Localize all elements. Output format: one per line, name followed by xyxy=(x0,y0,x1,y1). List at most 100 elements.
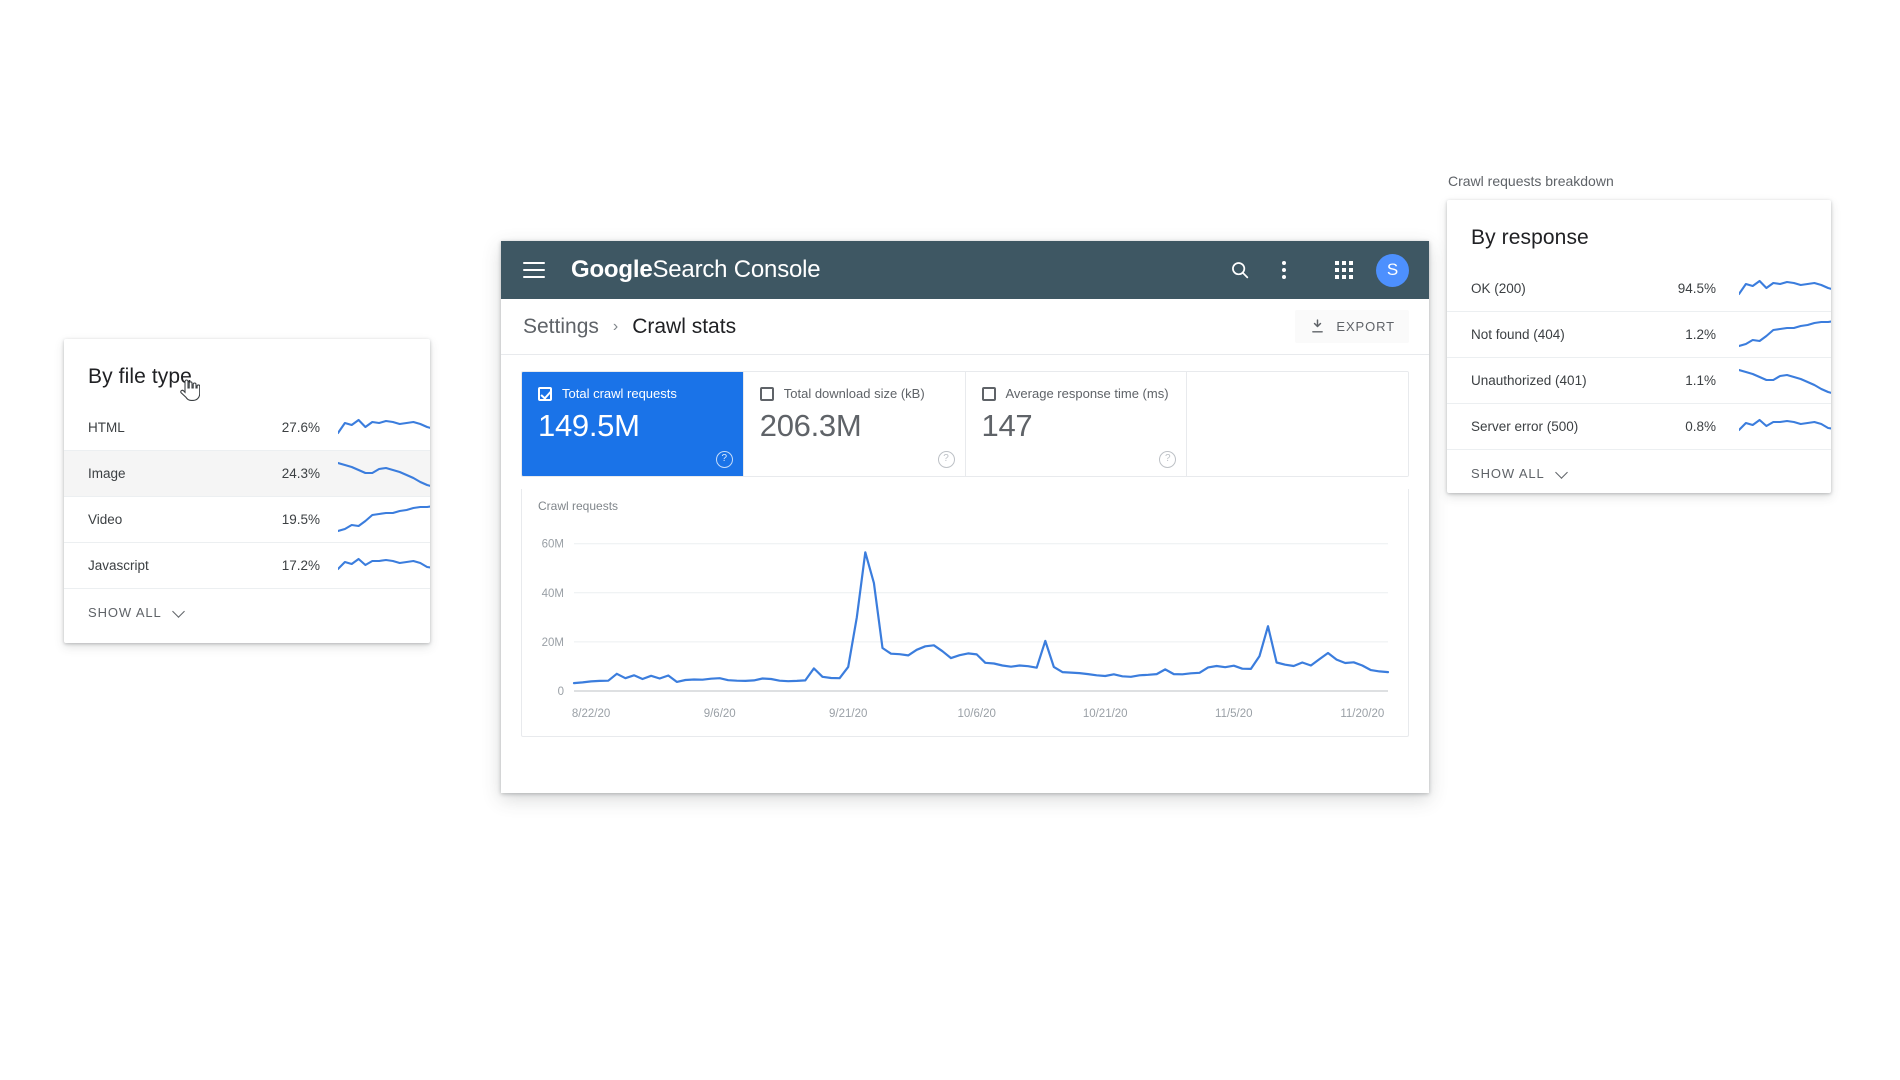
svg-text:10/21/20: 10/21/20 xyxy=(1083,708,1128,720)
metric-card-strip: Total crawl requests 149.5M? Total downloa… xyxy=(521,371,1409,477)
breadcrumb: Settings › Crawl stats EXPORT xyxy=(501,299,1429,355)
filetype_panel-row[interactable]: Video 19.5% xyxy=(64,497,430,543)
response_panel-row-sparkline xyxy=(1739,272,1831,306)
response_panel-row-sparkline xyxy=(1739,318,1831,352)
filetype_panel-row-label: Image xyxy=(88,466,126,481)
brand-google: Google xyxy=(571,256,653,283)
svg-text:11/5/20: 11/5/20 xyxy=(1215,708,1253,720)
response_panel-row[interactable]: Not found (404) 1.2% xyxy=(1447,312,1831,358)
filetype_panel-row-percent: 24.3% xyxy=(281,466,320,481)
response_panel-row-sparkline xyxy=(1739,410,1831,444)
breadcrumb-settings-link[interactable]: Settings xyxy=(523,315,599,339)
metric-checkbox[interactable] xyxy=(981,386,996,401)
svg-text:40M: 40M xyxy=(542,588,564,600)
filetype_panel-row-sparkline xyxy=(338,503,430,537)
filetype_panel-row-sparkline xyxy=(338,549,430,583)
response_panel-row[interactable]: OK (200) 94.5% xyxy=(1447,266,1831,312)
crawl-requests-breakdown-label: Crawl requests breakdown xyxy=(1448,173,1614,189)
filetype_panel-row[interactable]: Javascript 17.2% xyxy=(64,543,430,589)
download-icon xyxy=(1312,319,1324,333)
response_panel-row-percent: 94.5% xyxy=(1677,281,1716,296)
filetype_panel-row-percent: 17.2% xyxy=(281,558,320,573)
by-file-type-row-list: HTML 27.6% Image 24.3% Video 19.5% Javascript 1… xyxy=(64,405,430,589)
app-top-bar: GoogleSearch Console S xyxy=(501,241,1429,299)
app-brand: GoogleSearch Console xyxy=(571,256,821,284)
metric-label: Total crawl requests xyxy=(562,386,677,401)
svg-text:10/6/20: 10/6/20 xyxy=(958,708,996,720)
svg-text:9/21/20: 9/21/20 xyxy=(829,708,867,720)
filetype_panel-row[interactable]: Image 24.3% xyxy=(64,451,430,497)
help-icon[interactable]: ? xyxy=(937,451,955,468)
filetype_panel-row-percent: 19.5% xyxy=(281,512,320,527)
response_panel-row-label: OK (200) xyxy=(1471,281,1526,296)
apps-grid-icon xyxy=(1335,261,1353,279)
filetype_panel-row-percent: 27.6% xyxy=(281,420,320,435)
export-label: EXPORT xyxy=(1336,319,1395,334)
by-response-card: By response OK (200) 94.5% Not found (404)… xyxy=(1447,200,1831,493)
metric-label: Total download size (kB) xyxy=(783,386,925,401)
google-apps-button[interactable] xyxy=(1325,251,1363,289)
response_panel-row-percent: 0.8% xyxy=(1685,419,1716,434)
response_panel-row-percent: 1.1% xyxy=(1685,373,1716,388)
metric-head: Average response time (ms) xyxy=(981,386,1171,401)
by-response-row-list: OK (200) 94.5% Not found (404) 1.2% Unauthor… xyxy=(1447,266,1831,450)
breadcrumb-separator-icon: › xyxy=(612,317,619,335)
more-options-button[interactable] xyxy=(1265,251,1303,289)
brand-search-console: Search Console xyxy=(652,256,821,283)
svg-text:11/20/20: 11/20/20 xyxy=(1340,708,1384,720)
show-all-label: SHOW ALL xyxy=(1471,465,1545,481)
filetype_panel-row-sparkline xyxy=(338,457,430,491)
metric-checkbox[interactable] xyxy=(759,386,774,401)
avatar[interactable]: S xyxy=(1376,253,1409,287)
search-icon xyxy=(1232,262,1249,279)
by-file-type-title: By file type xyxy=(88,365,192,388)
metric-head: Total crawl requests xyxy=(538,386,727,401)
filetype_panel-row-label: Javascript xyxy=(88,558,149,573)
response_panel-row-label: Server error (500) xyxy=(1471,419,1579,434)
metric-card[interactable]: Total download size (kB) 206.3M? xyxy=(743,372,966,476)
crawl-requests-chart: Crawl requests 0 20M 40M 60M 8/22/20 9/6/20 9/… xyxy=(521,489,1409,737)
filetype_panel-row-label: Video xyxy=(88,512,123,527)
export-button[interactable]: EXPORT xyxy=(1295,310,1409,343)
chart-caption: Crawl requests xyxy=(538,499,619,513)
chevron-down-icon xyxy=(173,605,187,619)
help-icon[interactable]: ? xyxy=(715,451,733,468)
filetype_panel-row-label: HTML xyxy=(88,420,125,435)
screen-canvas: By file type HTML 27.6% Image 24.3% Video 19.… xyxy=(0,0,1900,1080)
metric-head: Total download size (kB) xyxy=(759,386,949,401)
response_panel-row[interactable]: Server error (500) 0.8% xyxy=(1447,404,1831,450)
svg-text:8/22/20: 8/22/20 xyxy=(572,708,610,720)
chart-plot-area[interactable]: 0 20M 40M 60M 8/22/20 9/6/20 9/21/20 10/6/20 10/… xyxy=(522,515,1408,731)
metric-checkbox[interactable] xyxy=(538,386,552,401)
by-response-title: By response xyxy=(1471,226,1589,249)
by-response-show-all-button[interactable]: SHOW ALL xyxy=(1447,450,1831,493)
metric-value: 147 xyxy=(981,408,1033,443)
search-button[interactable] xyxy=(1221,251,1259,289)
hamburger-icon[interactable] xyxy=(523,262,545,278)
more-vert-icon xyxy=(1282,261,1286,279)
filetype_panel-row[interactable]: HTML 27.6% xyxy=(64,405,430,451)
metric-value: 206.3M xyxy=(759,408,862,443)
svg-text:0: 0 xyxy=(558,686,564,698)
by-file-type-card: By file type HTML 27.6% Image 24.3% Video 19.… xyxy=(64,339,430,643)
show-all-label: SHOW ALL xyxy=(88,604,162,620)
metric-card[interactable]: Average response time (ms) 147? xyxy=(965,372,1188,476)
metric-card-empty-slot xyxy=(1187,372,1408,476)
response_panel-row-label: Not found (404) xyxy=(1471,327,1565,342)
response_panel-row-percent: 1.2% xyxy=(1685,327,1716,342)
page-title: Crawl stats xyxy=(632,314,737,338)
chevron-down-icon xyxy=(1556,466,1570,480)
search-console-window: GoogleSearch Console S Settings › Crawl … xyxy=(501,241,1429,793)
svg-text:60M: 60M xyxy=(542,539,564,551)
by-file-type-show-all-button[interactable]: SHOW ALL xyxy=(64,589,430,635)
svg-text:9/6/20: 9/6/20 xyxy=(704,708,736,720)
filetype_panel-row-sparkline xyxy=(338,411,430,445)
svg-text:20M: 20M xyxy=(542,637,564,649)
response_panel-row-label: Unauthorized (401) xyxy=(1471,373,1587,388)
metric-label: Average response time (ms) xyxy=(1005,386,1169,401)
metric-card[interactable]: Total crawl requests 149.5M? xyxy=(522,372,744,476)
response_panel-row[interactable]: Unauthorized (401) 1.1% xyxy=(1447,358,1831,404)
response_panel-row-sparkline xyxy=(1739,364,1831,398)
help-icon[interactable]: ? xyxy=(1159,451,1177,468)
metric-value: 149.5M xyxy=(538,408,640,443)
